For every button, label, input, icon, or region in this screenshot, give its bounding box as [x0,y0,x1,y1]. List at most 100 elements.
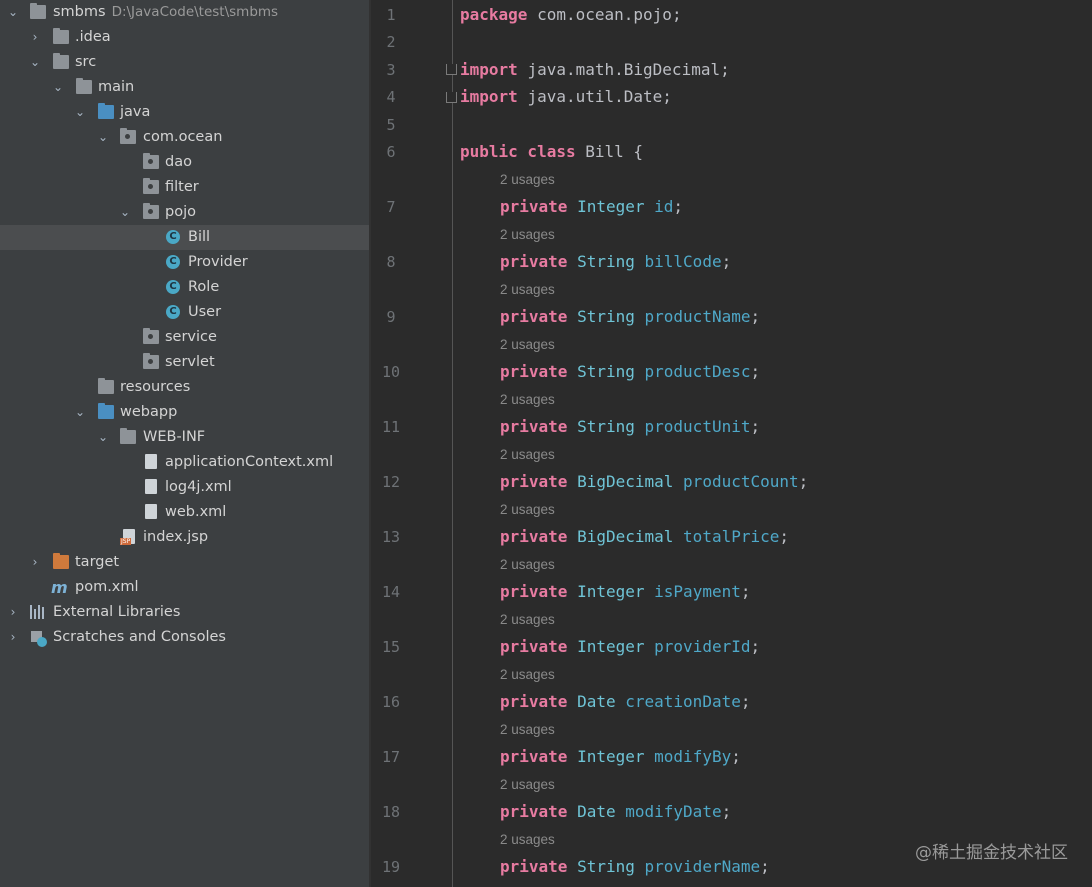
field-name: productDesc [644,362,751,381]
usages-hint[interactable]: 2 usages [500,557,555,572]
usages-hint[interactable]: 2 usages [500,392,555,407]
tree-label: com.ocean [143,129,223,145]
usages-hint[interactable]: 2 usages [500,447,555,462]
tree-row-pom-xml[interactable]: m pom.xml [0,575,369,600]
tree-row-main[interactable]: ⌄ main [0,75,369,100]
fold-marker-icon[interactable] [446,64,457,75]
chevron-down-icon[interactable]: ⌄ [96,125,110,150]
class-name: Bill [585,142,624,161]
tree-row-role[interactable]: C Role [0,275,369,300]
tree-row-java[interactable]: ⌄ java [0,100,369,125]
folder-icon [120,428,136,444]
tree-row-user[interactable]: C User [0,300,369,325]
chevron-right-icon[interactable]: › [28,25,42,50]
type-name: String [577,362,635,381]
usages-hint[interactable]: 2 usages [500,612,555,627]
tree-label: Bill [188,229,211,245]
folder-icon [76,78,92,94]
tree-row-filter[interactable]: filter [0,175,369,200]
tree-row-web-inf[interactable]: ⌄ WEB-INF [0,425,369,450]
tree-row-scratches[interactable]: › Scratches and Consoles [0,625,369,650]
tree-row-applicationcontext-xml[interactable]: applicationContext.xml [0,450,369,475]
tree-row-servlet[interactable]: servlet [0,350,369,375]
folder-icon [53,28,69,44]
keyword: private [500,472,568,491]
chevron-down-icon[interactable]: ⌄ [118,200,132,225]
class-icon: C [166,280,180,294]
jsp-file-icon: JSP [120,529,135,545]
class-icon: C [166,255,180,269]
line-number: 8 [386,253,396,271]
chevron-right-icon[interactable]: › [28,550,42,575]
maven-icon: m [51,578,68,597]
line-number: 17 [381,748,401,766]
tree-row-log4j-xml[interactable]: log4j.xml [0,475,369,500]
tree-row-external-libraries[interactable]: › External Libraries [0,600,369,625]
semicolon: ; [740,582,751,601]
tree-row-target[interactable]: › target [0,550,369,575]
usages-hint[interactable]: 2 usages [500,777,555,792]
keyword: public class [460,142,576,161]
code-line-field: private Date modifyDate; [500,802,731,821]
keyword: private [500,197,568,216]
xml-file-icon [145,454,157,469]
type-name: String [577,252,635,271]
tree-row-idea[interactable]: › .idea [0,25,369,50]
field-name: productUnit [644,417,751,436]
keyword: private [500,637,568,656]
field-name: modifyBy [654,747,732,766]
tree-row-com-ocean[interactable]: ⌄ com.ocean [0,125,369,150]
usages-hint[interactable]: 2 usages [500,227,555,242]
chevron-down-icon[interactable]: ⌄ [96,425,110,450]
tree-row-provider[interactable]: C Provider [0,250,369,275]
field-name: productCount [683,472,799,491]
chevron-down-icon[interactable]: ⌄ [73,100,87,125]
line-number: 14 [381,583,401,601]
tree-row-web-xml[interactable]: web.xml [0,500,369,525]
tree-row-index-jsp[interactable]: JSP index.jsp [0,525,369,550]
tree-label: WEB-INF [143,429,206,445]
tree-row-pojo[interactable]: ⌄ pojo [0,200,369,225]
tree-row-dao[interactable]: dao [0,150,369,175]
chevron-down-icon[interactable]: ⌄ [73,400,87,425]
excluded-folder-icon [53,553,69,569]
tree-row-resources[interactable]: resources [0,375,369,400]
chevron-down-icon[interactable]: ⌄ [28,50,42,75]
web-folder-icon [98,403,114,419]
usages-hint[interactable]: 2 usages [500,722,555,737]
field-name: modifyDate [625,802,722,821]
usages-hint[interactable]: 2 usages [500,282,555,297]
usages-hint[interactable]: 2 usages [500,502,555,517]
usages-hint[interactable]: 2 usages [500,832,555,847]
tree-row-webapp[interactable]: ⌄ webapp [0,400,369,425]
tree-row-root[interactable]: ⌄ smbms D:\JavaCode\test\smbms [0,0,369,25]
tree-label: service [165,329,217,345]
semicolon: ; [731,747,741,766]
scratches-icon [30,630,47,647]
tree-label: index.jsp [143,529,209,545]
resources-folder-icon [98,378,114,394]
usages-hint[interactable]: 2 usages [500,337,555,352]
tree-label: servlet [165,354,215,370]
field-name: id [654,197,674,216]
tree-row-service[interactable]: service [0,325,369,350]
tree-row-bill[interactable]: C Bill [0,225,369,250]
usages-hint[interactable]: 2 usages [500,667,555,682]
chevron-right-icon[interactable]: › [6,625,20,650]
line-number: 3 [386,61,396,79]
code-line-field: private Integer providerId; [500,637,760,656]
tree-label: main [98,79,135,95]
fold-marker-icon[interactable] [446,92,457,103]
line-number: 12 [381,473,401,491]
tree-row-src[interactable]: ⌄ src [0,50,369,75]
code-line-field: private String productDesc; [500,362,760,381]
import-name: java.math.BigDecimal [527,60,721,79]
chevron-right-icon[interactable]: › [6,600,20,625]
usages-hint[interactable]: 2 usages [500,172,555,187]
package-icon [143,203,159,219]
type-name: Date [577,802,616,821]
tree-label: java [120,104,151,120]
chevron-down-icon[interactable]: ⌄ [51,75,65,100]
libraries-icon [30,605,46,619]
chevron-down-icon[interactable]: ⌄ [6,0,20,25]
